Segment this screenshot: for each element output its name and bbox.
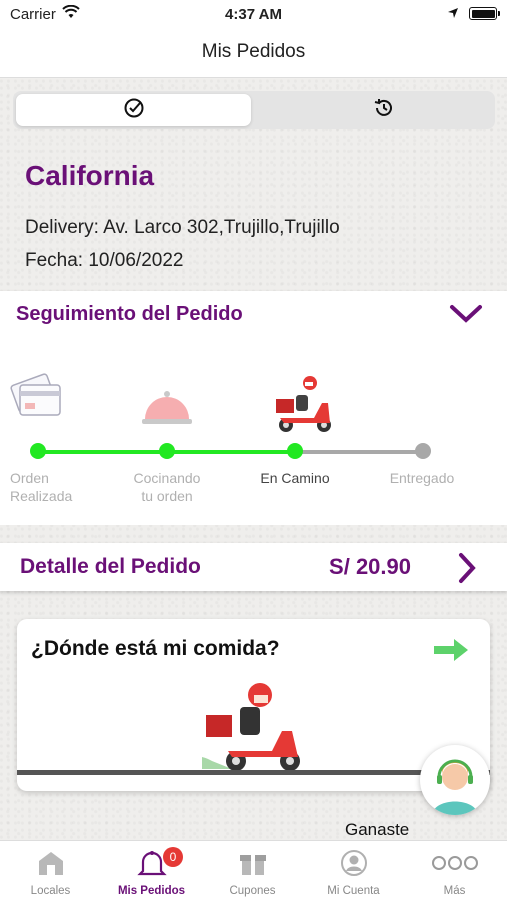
- tab-label: Mi Cuenta: [327, 885, 380, 897]
- battery-icon: [469, 7, 500, 20]
- history-icon: [373, 97, 395, 124]
- tab-label: Mis Pedidos: [117, 885, 186, 897]
- progress-segment-2: [167, 450, 295, 454]
- tab-order-history[interactable]: [266, 94, 501, 126]
- bell-icon: [101, 849, 202, 877]
- food-cloche-icon: [140, 387, 194, 434]
- step-label-ordered: Orden Realizada: [0, 469, 90, 505]
- step-label-line: Cocinando: [133, 470, 201, 486]
- navigation-bar: Mis Pedidos: [0, 28, 507, 78]
- support-agent-icon: [432, 759, 478, 815]
- tab-label: Más: [443, 885, 466, 897]
- road-line: [17, 770, 490, 775]
- step-label-line: Orden: [10, 470, 49, 486]
- step-label-on-the-way: En Camino: [245, 469, 345, 487]
- step-label-delivered: Entregado: [372, 469, 472, 487]
- more-icon: [404, 849, 505, 877]
- gift-icon: [202, 849, 303, 877]
- step-label-line: En Camino: [260, 470, 330, 486]
- order-total: S/ 20.90: [329, 554, 411, 579]
- page-title: Mis Pedidos: [201, 41, 306, 62]
- step-label-cooking: Cocinando tu orden: [117, 469, 217, 505]
- order-detail-label: Detalle del Pedido: [20, 555, 201, 578]
- step-label-line: tu orden: [141, 488, 193, 504]
- credit-card-icon: [10, 371, 64, 426]
- user-icon: [303, 849, 404, 877]
- tracking-header[interactable]: Seguimiento del Pedido: [0, 291, 507, 339]
- tracking-title: Seguimiento del Pedido: [16, 303, 243, 325]
- promo-text: Ganaste: [345, 820, 410, 839]
- check-circle-icon: [123, 97, 145, 124]
- chevron-right-icon[interactable]: [457, 552, 477, 589]
- order-detail-row[interactable]: Detalle del Pedido S/ 20.90: [0, 543, 507, 591]
- tab-locales[interactable]: Locales: [0, 841, 101, 900]
- tab-label: Locales: [30, 885, 71, 897]
- tab-mis-pedidos[interactable]: 0 Mis Pedidos: [101, 841, 202, 900]
- progress-segment-1: [38, 450, 167, 454]
- tracking-progress-panel: Orden Realizada Cocinando tu orden En Ca…: [0, 339, 507, 525]
- tab-active-orders[interactable]: [16, 94, 251, 126]
- step-dot-delivered: [415, 443, 431, 459]
- step-dot-cooking: [159, 443, 175, 459]
- status-bar: Carrier 4:37 AM: [0, 0, 507, 28]
- store-icon: [0, 849, 101, 877]
- step-dot-on-the-way: [287, 443, 303, 459]
- order-segmented-control: [13, 91, 495, 129]
- delivery-address: Delivery: Av. Larco 302,Trujillo,Trujill…: [25, 217, 340, 238]
- progress-segment-3: [295, 450, 423, 454]
- location-arrow-icon: [447, 6, 459, 24]
- tab-mas[interactable]: Más: [404, 841, 505, 900]
- clock-time: 4:37 AM: [225, 6, 282, 23]
- tab-bar: Locales 0 Mis Pedidos Cupones Mi Cuenta …: [0, 840, 507, 900]
- where-is-my-food-card[interactable]: ¿Dónde está mi comida?: [17, 619, 490, 791]
- tab-cupones[interactable]: Cupones: [202, 841, 303, 900]
- support-agent-button[interactable]: [420, 745, 490, 815]
- order-date: Fecha: 10/06/2022: [25, 250, 184, 271]
- tab-mi-cuenta[interactable]: Mi Cuenta: [303, 841, 404, 900]
- restaurant-name: California: [25, 160, 155, 191]
- arrow-right-icon[interactable]: [432, 637, 470, 668]
- step-dot-ordered: [30, 443, 46, 459]
- tab-label: Cupones: [229, 885, 276, 897]
- chevron-down-icon[interactable]: [449, 303, 483, 330]
- where-is-my-food-title: ¿Dónde está mi comida?: [31, 637, 280, 660]
- delivery-rider-illustration: [162, 681, 312, 778]
- step-label-line: Entregado: [389, 470, 455, 486]
- delivery-scooter-icon: [274, 373, 336, 440]
- notification-badge: 0: [163, 847, 183, 867]
- step-label-line: Realizada: [10, 488, 73, 504]
